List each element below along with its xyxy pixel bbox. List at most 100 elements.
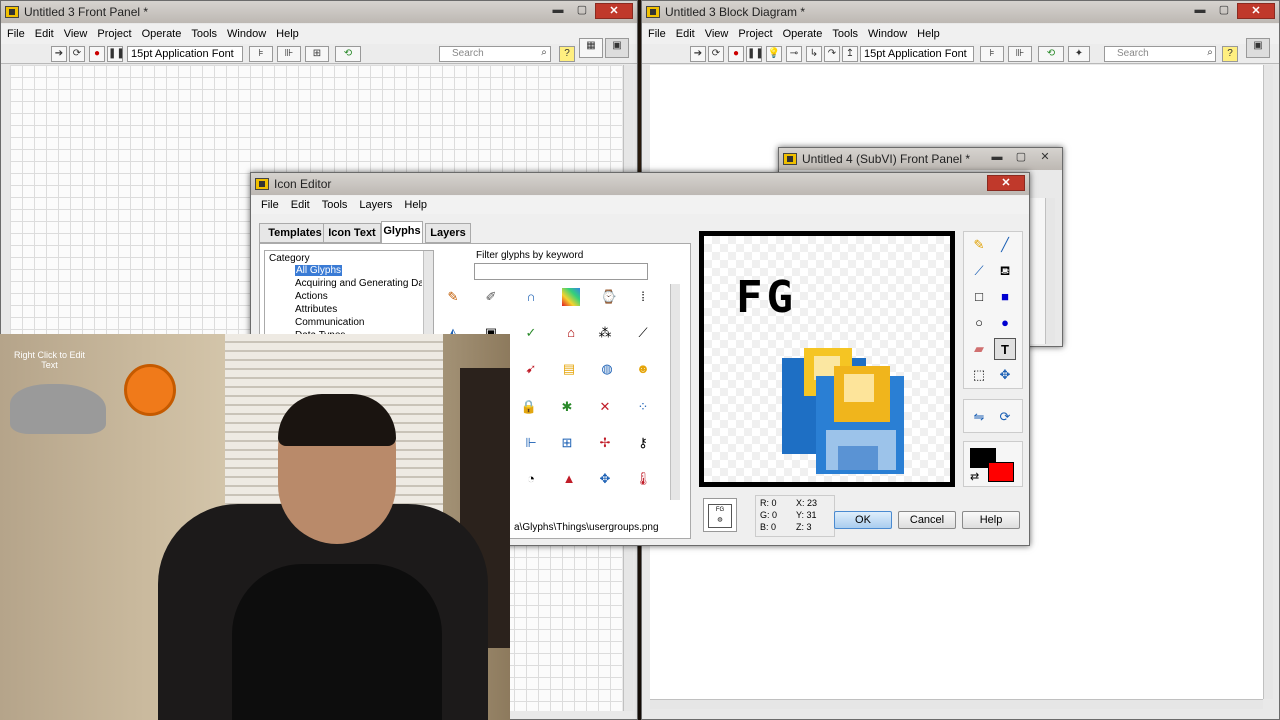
menu-layers[interactable]: Layers [359,199,392,211]
graph-axis-glyph-icon[interactable]: ⟋ [634,324,652,342]
menu-project[interactable]: Project [97,28,131,40]
line-icon[interactable]: ╱ [994,234,1016,256]
background-color-swatch[interactable] [988,462,1014,482]
horizontal-scrollbar[interactable] [650,699,1263,709]
distribute-icon[interactable]: ⊪ [277,46,301,62]
category-item[interactable]: Acquiring and Generating Dat [295,278,422,289]
vertical-scrollbar[interactable] [1263,65,1273,699]
menu-edit[interactable]: Edit [291,199,310,211]
close-button[interactable]: ✕ [987,175,1025,191]
search-input[interactable]: Search [439,46,551,62]
maximize-button[interactable]: ▢ [1213,3,1235,19]
menu-file[interactable]: File [261,199,279,211]
menu-view[interactable]: View [64,28,88,40]
menu-project[interactable]: Project [738,28,772,40]
menu-help[interactable]: Help [404,199,427,211]
category-item[interactable]: Actions [295,291,328,302]
block-diagram-titlebar[interactable]: Untitled 3 Block Diagram * ▬ ▢ ✕ [642,1,1279,23]
text-icon[interactable]: T [994,338,1016,360]
run-arrow-icon[interactable]: ➔ [51,46,67,62]
vertical-scrollbar[interactable] [1045,198,1055,344]
key-glyph-icon[interactable]: ⚷ [634,434,652,452]
vi-icon[interactable]: ▣ [1246,38,1270,58]
ruler-glyph-icon[interactable]: ⁞ [634,288,652,306]
pencil-icon[interactable]: ✎ [968,234,990,256]
factory-glyph-icon[interactable]: ⌂ [562,324,580,342]
step-over-icon[interactable]: ↷ [824,46,840,62]
minimize-button[interactable]: ▬ [1189,3,1211,19]
menu-file[interactable]: File [7,28,25,40]
magnet-glyph-icon[interactable]: ∩ [522,288,540,306]
menu-window[interactable]: Window [868,28,907,40]
icon-editor-titlebar[interactable]: Icon Editor ✕ [251,173,1029,195]
front-panel-titlebar[interactable]: Untitled 3 Front Panel * ▬ ▢ ✕ [1,1,637,23]
menu-edit[interactable]: Edit [35,28,54,40]
tab-templates[interactable]: Templates [259,223,331,243]
thermometer-glyph-icon[interactable]: 🌡 [634,470,652,488]
pause-icon[interactable]: ❚❚ [746,46,764,62]
align-icon[interactable]: ⊧ [249,46,273,62]
menu-file[interactable]: File [648,28,666,40]
tab-layers[interactable]: Layers [425,223,471,243]
checkmark-x-glyph-icon[interactable]: ✓ [522,324,540,342]
document-glyph-icon[interactable]: ▤ [560,360,578,378]
minimize-button[interactable]: ▬ [547,3,569,19]
context-help-icon[interactable]: ? [1222,46,1238,62]
menu-view[interactable]: View [705,28,729,40]
pen-glyph-icon[interactable]: ✐ [482,288,500,306]
filled-ellipse-icon[interactable]: ● [994,312,1016,334]
pause-icon[interactable]: ❚❚ [107,46,125,62]
highlight-execution-icon[interactable]: 💡 [766,46,782,62]
menu-edit[interactable]: Edit [676,28,695,40]
tree-glyph-icon[interactable]: ⊩ [522,434,540,452]
eraser-icon[interactable]: ▰ [968,338,990,360]
move-glyph-icon[interactable]: ✥ [596,470,614,488]
filter-input[interactable] [474,263,648,280]
resize-icon[interactable]: ⊞ [305,46,329,62]
abort-icon[interactable]: ● [728,46,744,62]
menu-operate[interactable]: Operate [783,28,823,40]
menu-tools[interactable]: Tools [191,28,217,40]
subvi-titlebar[interactable]: Untitled 4 (SubVI) Front Panel * ▬ ▢ ✕ [779,148,1062,170]
menu-window[interactable]: Window [227,28,266,40]
retain-wire-values-icon[interactable]: ⊸ [786,46,802,62]
rotate-icon[interactable]: ⟳ [994,406,1016,428]
axes-glyph-icon[interactable]: ✢ [596,434,614,452]
mountain-glyph-icon[interactable]: ▲ [560,470,578,488]
dropper-icon[interactable]: ⟋ [968,260,990,282]
font-selector[interactable]: 15pt Application Font [860,46,974,62]
ok-button[interactable]: OK [834,511,892,529]
vi-icon[interactable]: ▣ [605,38,629,58]
connector-pane-icon[interactable]: ▦ [579,38,603,58]
x-mark-glyph-icon[interactable]: ✕ [596,398,614,416]
close-button[interactable]: ✕ [595,3,633,19]
font-selector[interactable]: 15pt Application Font [127,46,243,62]
arrow-glyph-icon[interactable]: ➹ [522,360,540,378]
category-item[interactable]: Communication [295,317,364,328]
flip-horizontal-icon[interactable]: ⇋ [968,406,990,428]
timer-glyph-icon[interactable]: ◔ [522,470,540,488]
category-item[interactable]: All Glyphs [295,265,343,276]
run-continuously-icon[interactable]: ⟳ [708,46,724,62]
help-button[interactable]: Help [962,511,1020,529]
color-grid-glyph-icon[interactable] [562,288,580,306]
ellipse-icon[interactable]: ○ [968,312,990,334]
reorder-icon[interactable]: ⟲ [335,46,361,62]
lock-glyph-icon[interactable]: 🔒 [520,398,538,416]
filled-rectangle-icon[interactable]: ■ [994,286,1016,308]
swap-colors-icon[interactable]: ⇄ [970,470,979,483]
cleanup-icon[interactable]: ✦ [1068,46,1090,62]
close-button[interactable]: ✕ [1034,150,1056,166]
category-item[interactable]: Attributes [295,304,337,315]
fill-icon[interactable]: ⛾ [994,260,1016,282]
icon-canvas[interactable]: FG [699,231,955,487]
maximize-button[interactable]: ▢ [1010,150,1032,166]
run-continuously-icon[interactable]: ⟳ [69,46,85,62]
maximize-button[interactable]: ▢ [571,3,593,19]
cancel-button[interactable]: Cancel [898,511,956,529]
pencil-glyph-icon[interactable]: ✎ [444,288,462,306]
glyph-scrollbar[interactable] [670,284,680,500]
category-scrollbar[interactable] [423,251,433,335]
globe-glyph-icon[interactable]: ◍ [598,360,616,378]
menu-tools[interactable]: Tools [322,199,348,211]
